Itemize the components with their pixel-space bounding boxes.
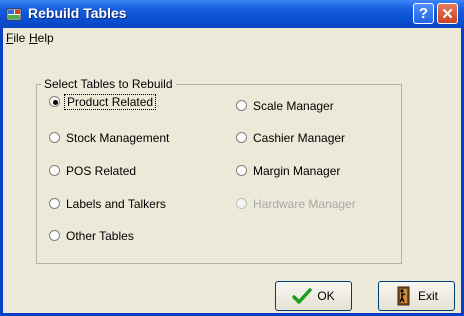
radio-label: Scale Manager — [253, 99, 334, 113]
menu-file[interactable]: File — [6, 31, 25, 45]
menu-help-rest: elp — [37, 31, 54, 45]
ok-button[interactable]: OK — [275, 281, 352, 311]
question-icon: ? — [418, 5, 429, 22]
window-title: Rebuild Tables — [28, 5, 127, 21]
radio-label: Other Tables — [66, 229, 134, 243]
menu-help[interactable]: Help — [29, 31, 54, 45]
radio-label: Product Related — [64, 94, 157, 110]
exit-button[interactable]: Exit — [378, 281, 455, 311]
title-bar[interactable]: Rebuild Tables ? ✕ — [0, 0, 464, 28]
radio-circle — [49, 198, 60, 209]
exit-label: Exit — [417, 289, 438, 303]
menu-help-accel: H — [29, 31, 38, 45]
radio-circle — [236, 132, 247, 143]
radio-label: Hardware Manager — [253, 197, 356, 211]
radio-circle — [49, 230, 60, 241]
radio-dot — [53, 100, 58, 105]
rebuild-tables-window: Rebuild Tables ? ✕ File Help Select Tabl… — [0, 0, 464, 316]
radio-label: Labels and Talkers — [66, 197, 166, 211]
door-exit-icon — [397, 286, 410, 306]
help-title-button[interactable]: ? — [413, 3, 434, 24]
radio-circle — [49, 96, 60, 107]
radio-circle — [236, 100, 247, 111]
group-legend: Select Tables to Rebuild — [41, 77, 176, 91]
radio-circle — [236, 198, 247, 209]
radio-label: Stock Management — [66, 131, 170, 145]
radio-label: Cashier Manager — [253, 131, 346, 145]
radio-circle — [49, 165, 60, 176]
radio-circle — [236, 165, 247, 176]
menu-bar: File Help — [3, 28, 461, 48]
menu-file-rest: ile — [13, 31, 26, 45]
radio-circle — [49, 132, 60, 143]
radio-label: POS Related — [66, 164, 137, 178]
app-icon — [6, 6, 22, 22]
radio-label: Margin Manager — [253, 164, 341, 178]
close-icon: ✕ — [441, 5, 454, 23]
ok-label: OK — [317, 289, 335, 303]
checkmark-icon — [292, 288, 313, 304]
close-button[interactable]: ✕ — [437, 3, 458, 24]
